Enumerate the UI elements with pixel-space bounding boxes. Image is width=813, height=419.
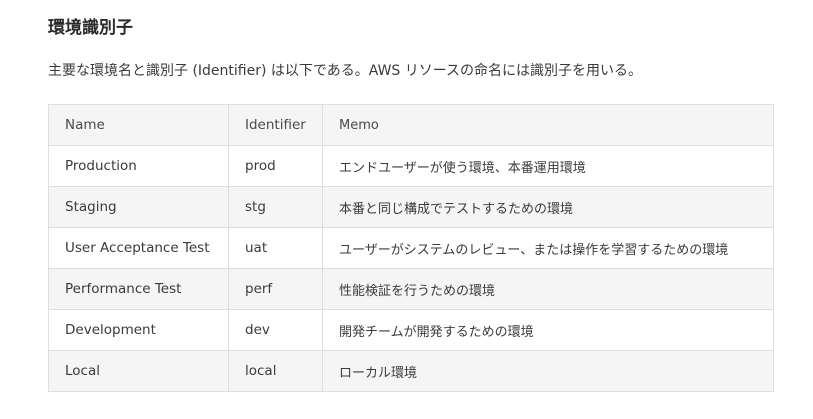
table-row: Performance Test perf 性能検証を行うための環境 <box>48 268 774 310</box>
table-row: User Acceptance Test uat ユーザーがシステムのレビュー、… <box>48 227 774 269</box>
cell-name: User Acceptance Test <box>48 227 229 269</box>
cell-identifier: uat <box>228 227 323 269</box>
header-name: Name <box>48 104 229 146</box>
intro-paragraph: 主要な環境名と識別子 (Identifier) は以下である。AWS リソースの… <box>48 63 643 79</box>
cell-identifier: prod <box>228 145 323 187</box>
cell-identifier: perf <box>228 268 323 310</box>
cell-name: Development <box>48 309 229 351</box>
table-header-row: Name Identifier Memo <box>48 104 774 146</box>
cell-memo: ローカル環境 <box>322 350 774 392</box>
cell-memo: 本番と同じ構成でテストするための環境 <box>322 186 774 228</box>
table-row: Staging stg 本番と同じ構成でテストするための環境 <box>48 186 774 228</box>
table-row: Production prod エンドユーザーが使う環境、本番運用環境 <box>48 145 774 187</box>
table-row: Development dev 開発チームが開発するための環境 <box>48 309 774 351</box>
header-memo: Memo <box>322 104 774 146</box>
cell-memo: エンドユーザーが使う環境、本番運用環境 <box>322 145 774 187</box>
cell-memo: 開発チームが開発するための環境 <box>322 309 774 351</box>
cell-name: Production <box>48 145 229 187</box>
cell-identifier: dev <box>228 309 323 351</box>
cell-memo: ユーザーがシステムのレビュー、または操作を学習するための環境 <box>322 227 774 269</box>
cell-memo: 性能検証を行うための環境 <box>322 268 774 310</box>
document-page: 環境識別子 主要な環境名と識別子 (Identifier) は以下である。AWS… <box>0 0 813 419</box>
section-heading: 環境識別子 <box>48 18 133 38</box>
cell-identifier: local <box>228 350 323 392</box>
environment-table: Name Identifier Memo Production prod エンド… <box>48 104 774 392</box>
table-row: Local local ローカル環境 <box>48 350 774 392</box>
cell-identifier: stg <box>228 186 323 228</box>
cell-name: Local <box>48 350 229 392</box>
cell-name: Performance Test <box>48 268 229 310</box>
cell-name: Staging <box>48 186 229 228</box>
header-identifier: Identifier <box>228 104 323 146</box>
